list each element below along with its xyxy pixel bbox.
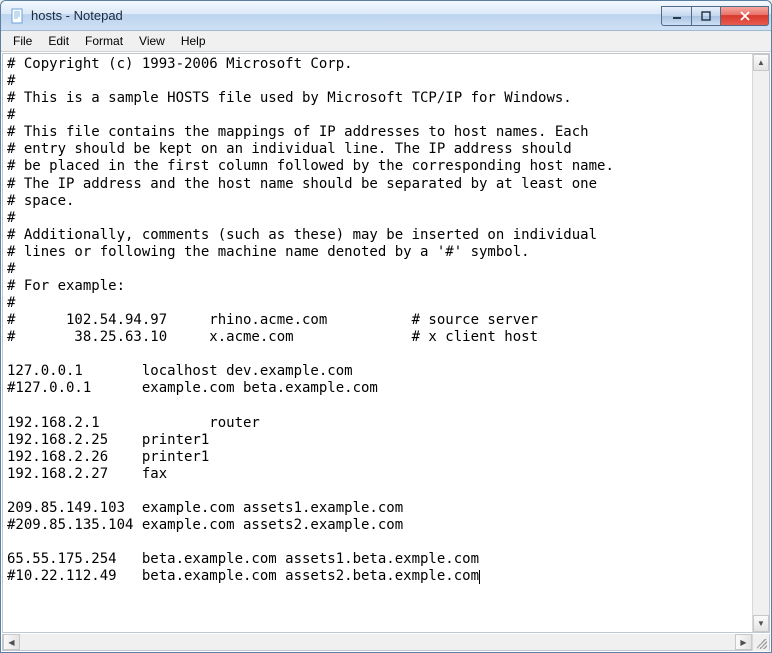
menubar: File Edit Format View Help [1,31,771,52]
menu-edit[interactable]: Edit [40,32,77,50]
editor-text: # Copyright (c) 1993-2006 Microsoft Corp… [7,56,614,584]
resize-grip-icon[interactable] [752,634,769,651]
menu-view[interactable]: View [131,32,173,50]
text-caret [479,570,480,584]
close-button[interactable] [721,6,769,26]
notepad-window: hosts - Notepad File Edit Format View He… [0,0,772,653]
window-title: hosts - Notepad [31,8,661,23]
text-editor[interactable]: # Copyright (c) 1993-2006 Microsoft Corp… [3,54,752,632]
horizontal-scrollbar-container: ◀ ▶ [2,634,770,651]
menu-file[interactable]: File [5,32,40,50]
window-controls [661,6,769,26]
horizontal-scrollbar[interactable]: ◀ ▶ [3,634,752,650]
scroll-right-arrow-icon[interactable]: ▶ [735,634,752,650]
menu-help[interactable]: Help [173,32,214,50]
scroll-down-arrow-icon[interactable]: ▼ [753,615,769,632]
minimize-button[interactable] [661,6,691,26]
notepad-icon [9,8,25,24]
maximize-button[interactable] [691,6,721,26]
scroll-up-arrow-icon[interactable]: ▲ [753,54,769,71]
menu-format[interactable]: Format [77,32,131,50]
titlebar[interactable]: hosts - Notepad [1,1,771,31]
scroll-left-arrow-icon[interactable]: ◀ [3,634,20,650]
scroll-track-vertical[interactable] [753,71,769,615]
content-area: # Copyright (c) 1993-2006 Microsoft Corp… [2,53,770,633]
scroll-track-horizontal[interactable] [20,634,735,650]
vertical-scrollbar[interactable]: ▲ ▼ [752,54,769,632]
